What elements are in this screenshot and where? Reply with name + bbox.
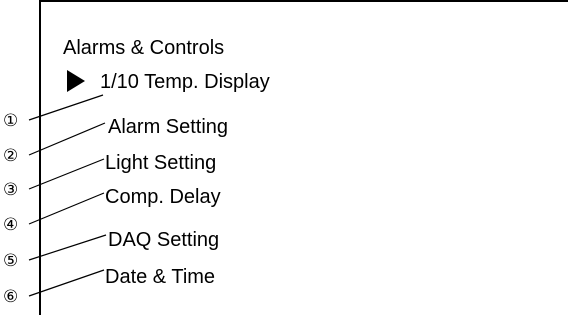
menu-item-light-setting: Light Setting — [105, 152, 216, 174]
menu-item-comp-delay: Comp. Delay — [105, 186, 221, 208]
callout-marker-2: ② — [3, 146, 18, 166]
callout-diagram: Alarms & Controls 1/10 Temp. Display Ala… — [0, 0, 568, 315]
diagram-canvas: Alarms & Controls 1/10 Temp. Display Ala… — [3, 0, 568, 315]
callout-marker-5: ⑤ — [3, 251, 18, 271]
callout-marker-3: ③ — [3, 180, 18, 200]
callout-marker-1: ① — [3, 111, 18, 131]
menu-title: Alarms & Controls — [63, 37, 224, 59]
menu-item-date-time: Date & Time — [105, 266, 215, 288]
play-triangle-icon — [67, 70, 85, 92]
callout-marker-6: ⑥ — [3, 287, 18, 307]
menu-item-daq-setting: DAQ Setting — [108, 229, 219, 251]
menu-item-temp-display: 1/10 Temp. Display — [100, 71, 270, 93]
menu-item-alarm-setting: Alarm Setting — [108, 116, 228, 138]
callout-marker-4: ④ — [3, 215, 18, 235]
